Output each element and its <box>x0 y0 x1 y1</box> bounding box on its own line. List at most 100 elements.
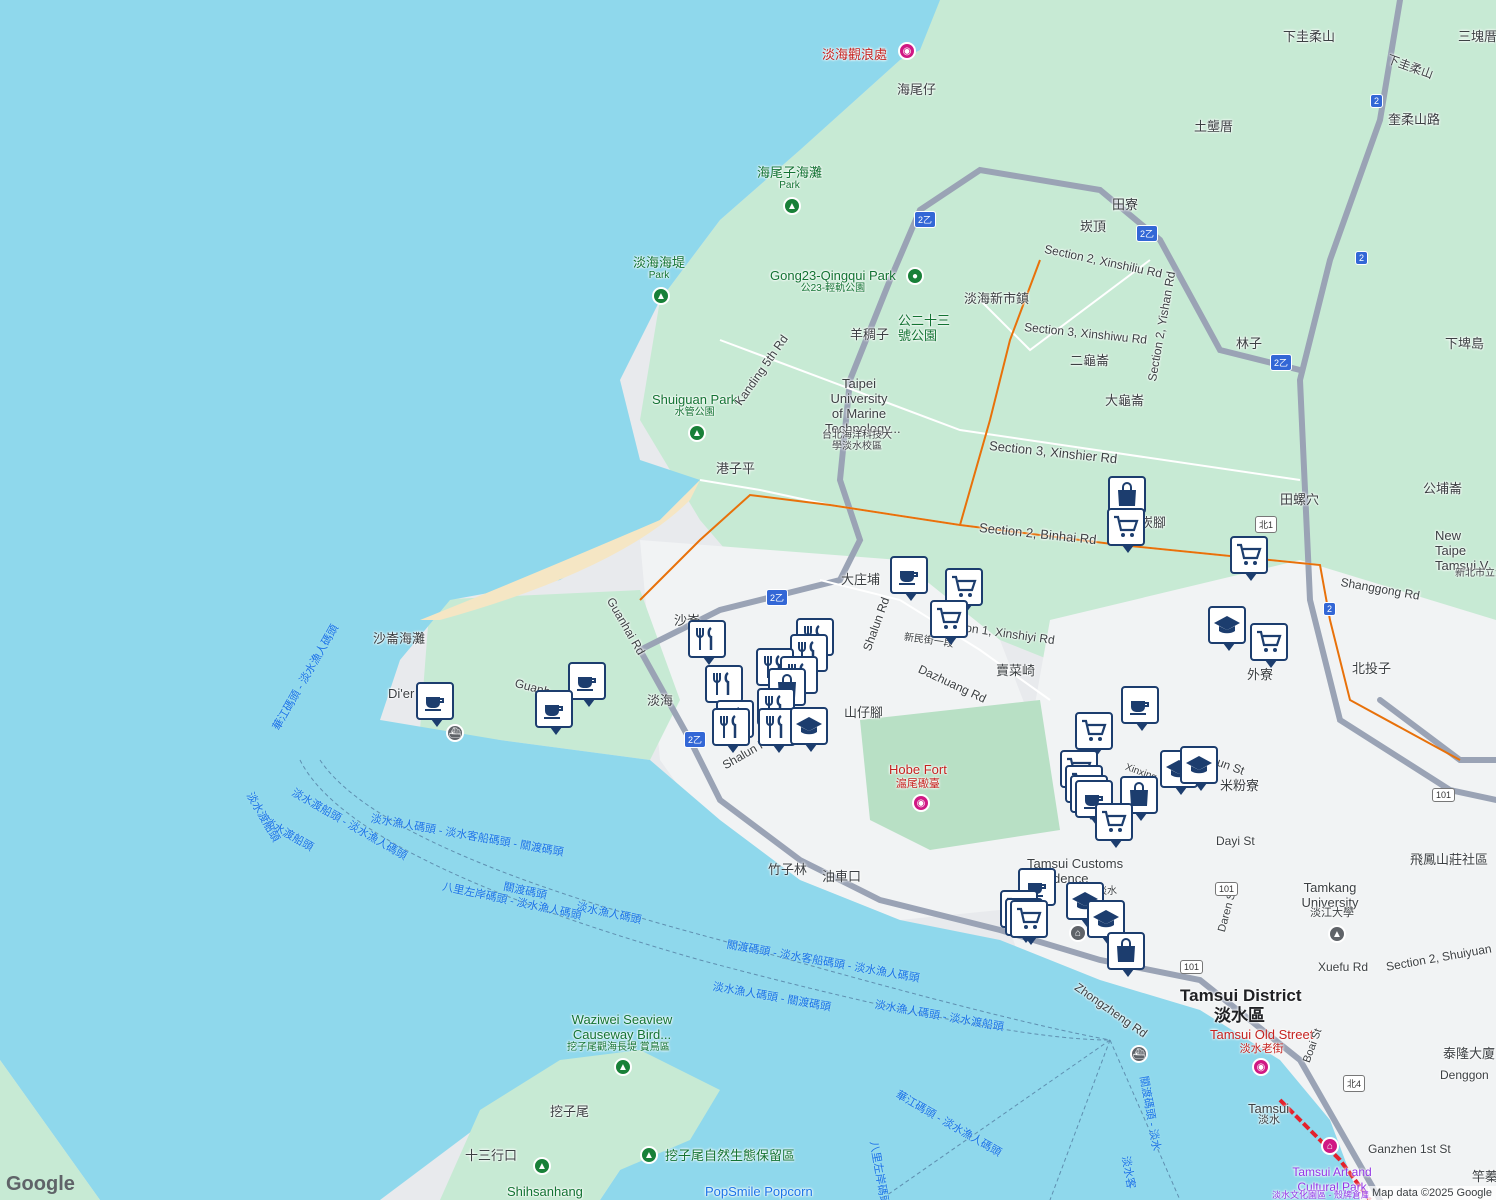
route-shield: 2乙 <box>1136 225 1159 242</box>
route-shield: 2 <box>1355 251 1369 265</box>
museum-icon[interactable]: ⌂ <box>1321 1137 1339 1155</box>
cart-result-pin[interactable] <box>930 600 968 645</box>
map-attribution[interactable]: Map data ©2025 Google <box>1367 1186 1496 1200</box>
park-name: Shuiguan Park <box>652 392 738 407</box>
place-label-shazijiao: 山仔腳 <box>844 705 884 720</box>
ferry-icon[interactable]: ⛴ <box>1130 1045 1148 1063</box>
google-logo: Google <box>6 1173 75 1195</box>
cart-icon <box>952 575 977 597</box>
camera-icon[interactable]: ◉ <box>1252 1058 1270 1076</box>
park-label-shuiguan[interactable]: Shuiguan Park 水管公園 <box>652 392 737 418</box>
place-label-haiweizai: 海尾仔 <box>897 82 937 97</box>
place-label-shisanhang: 十三行口 <box>465 1148 518 1163</box>
road-label-kuirou: 奎柔山路 <box>1388 112 1441 127</box>
park-pin-icon[interactable]: ● <box>906 267 924 285</box>
cart-result-pin[interactable] <box>1250 623 1288 668</box>
restaurant-icon <box>696 626 713 650</box>
place-label-tianluoxue: 田螺穴 <box>1280 492 1320 507</box>
tree-icon[interactable]: ▲ <box>688 424 706 442</box>
place-label-tanhai: 淡海 <box>647 693 674 708</box>
school-icon[interactable]: ▲ <box>1328 925 1346 943</box>
park-label-waziwei-eco[interactable]: 挖子尾自然生態保留區 <box>665 1148 795 1163</box>
park-label-tanhai-dike[interactable]: 淡海海堤 Park <box>633 255 685 281</box>
park-name: 淡海海堤 <box>633 255 686 270</box>
place-label-tanding: 崁頂 <box>1080 219 1107 234</box>
cart-icon <box>1017 907 1042 929</box>
map-canvas[interactable]: 淡海觀浪處 海尾仔 海尾子海灘 Park 淡海海堤 Park Gong23-Qing… <box>0 0 1496 1200</box>
cart-result-pin[interactable] <box>1010 900 1048 945</box>
camera-icon[interactable]: ◉ <box>912 794 930 812</box>
coffee-result-pin[interactable] <box>535 690 573 735</box>
place-label-dazhuangpu: 大庄埔 <box>841 572 881 587</box>
place-label-xiabeidao: 下埤島 <box>1445 336 1485 351</box>
place-label-zhuzilin: 竹子林 <box>768 862 808 877</box>
coffee-icon <box>1130 701 1149 715</box>
restaurant-result-pin[interactable] <box>705 665 743 710</box>
place-label-xiazhuliu: 下圭柔山 <box>1283 29 1336 44</box>
road-label-ganzhen: Ganzhen 1st St <box>1368 1142 1451 1156</box>
place-label-feifeng: 飛鳳山莊社區 <box>1410 852 1489 867</box>
station-label-tamsui-zh: 淡水 <box>1258 1114 1280 1126</box>
cart-result-pin[interactable] <box>1075 712 1113 757</box>
place-label-daguicuo: 大龜崙 <box>1105 393 1145 408</box>
route-shield: 2乙 <box>766 589 789 606</box>
place-label-linzi: 林子 <box>1236 336 1263 351</box>
tree-icon[interactable]: ▲ <box>652 287 670 305</box>
park-label-waziwei-zh: 挖子尾觀海長堤 賞鳥區 <box>567 1042 670 1053</box>
school-label-taipei-univ[interactable]: Taipei University of Marine Technology..… <box>825 376 901 436</box>
park-label-gong23[interactable]: Gong23-Qingqui Park 公23-輕軌公園 <box>770 268 896 294</box>
cart-icon <box>1114 515 1139 537</box>
route-shield: 101 <box>1180 960 1204 974</box>
cart-result-pin[interactable] <box>1230 536 1268 581</box>
place-label-tanhai-wave[interactable]: 淡海觀浪處 <box>822 47 887 62</box>
place-label-waiiao: 外寮 <box>1247 667 1274 682</box>
coffee-result-pin[interactable] <box>890 556 928 601</box>
route-shield: 2乙 <box>684 731 707 748</box>
place-label-beitouzi: 北投子 <box>1352 661 1392 676</box>
restaurant-icon <box>713 671 730 695</box>
school-result-pin[interactable] <box>1180 746 1218 791</box>
park-label-shihsanhang[interactable]: Shihsanhang <box>507 1184 583 1199</box>
poi-label-hobe[interactable]: Hobe Fort 滬尾礮臺 <box>889 762 947 792</box>
restaurant-result-pin[interactable] <box>712 708 750 753</box>
cart-result-pin[interactable] <box>1095 803 1133 848</box>
tree-icon[interactable]: ▲ <box>614 1058 632 1076</box>
coffee-result-pin[interactable] <box>568 662 606 707</box>
school-result-pin[interactable] <box>1208 606 1246 651</box>
ferry-icon[interactable]: ⛴ <box>446 724 464 742</box>
cart-icon <box>1102 810 1127 832</box>
camera-icon[interactable]: ◉ <box>898 42 916 60</box>
place-label-tailong: 泰隆大廈 <box>1443 1046 1496 1061</box>
route-shield: 北1 <box>1255 516 1278 533</box>
road-label-dengong: Denggon <box>1440 1068 1489 1082</box>
shopping-bag-icon <box>1117 938 1135 962</box>
cart-icon <box>937 607 962 629</box>
cart-icon <box>1257 630 1282 652</box>
coffee-icon <box>544 705 563 719</box>
park-label-haiweizai-beach[interactable]: 海尾子海灘 Park <box>757 165 822 191</box>
place-label-sankuaicuo: 三塊厝 <box>1458 29 1496 44</box>
tree-icon[interactable]: ▲ <box>783 197 801 215</box>
place-label-erguicuo: 二龜崙 <box>1070 353 1110 368</box>
school-icon <box>1093 910 1119 928</box>
school-icon <box>1186 756 1212 774</box>
coffee-result-pin[interactable] <box>1121 686 1159 731</box>
road-label-xuefu: Xuefu Rd <box>1318 960 1369 974</box>
poi-label-popsmile[interactable]: PopSmile Popcorn <box>705 1184 813 1199</box>
poi-label-old-street[interactable]: Tamsui Old Street 淡水老街 <box>1210 1027 1313 1057</box>
restaurant-icon <box>720 714 737 738</box>
route-shield: 2乙 <box>914 211 937 228</box>
tree-icon[interactable]: ▲ <box>533 1157 551 1175</box>
school-result-pin[interactable] <box>790 707 828 752</box>
restaurant-result-pin[interactable] <box>688 620 726 665</box>
park-label-waziwei[interactable]: Waziwei Seaview Causeway Bird... <box>567 1012 677 1042</box>
shopping-bag-result-pin[interactable] <box>1107 932 1145 977</box>
coffee-icon <box>425 697 444 711</box>
cart-icon <box>1082 719 1107 741</box>
restaurant-icon <box>766 714 783 738</box>
route-shield: 2乙 <box>1270 354 1293 371</box>
tree-icon[interactable]: ▲ <box>640 1146 658 1164</box>
coffee-result-pin[interactable] <box>416 682 454 727</box>
cart-result-pin[interactable] <box>1107 508 1145 553</box>
park-subname: 水管公園 <box>674 407 715 418</box>
